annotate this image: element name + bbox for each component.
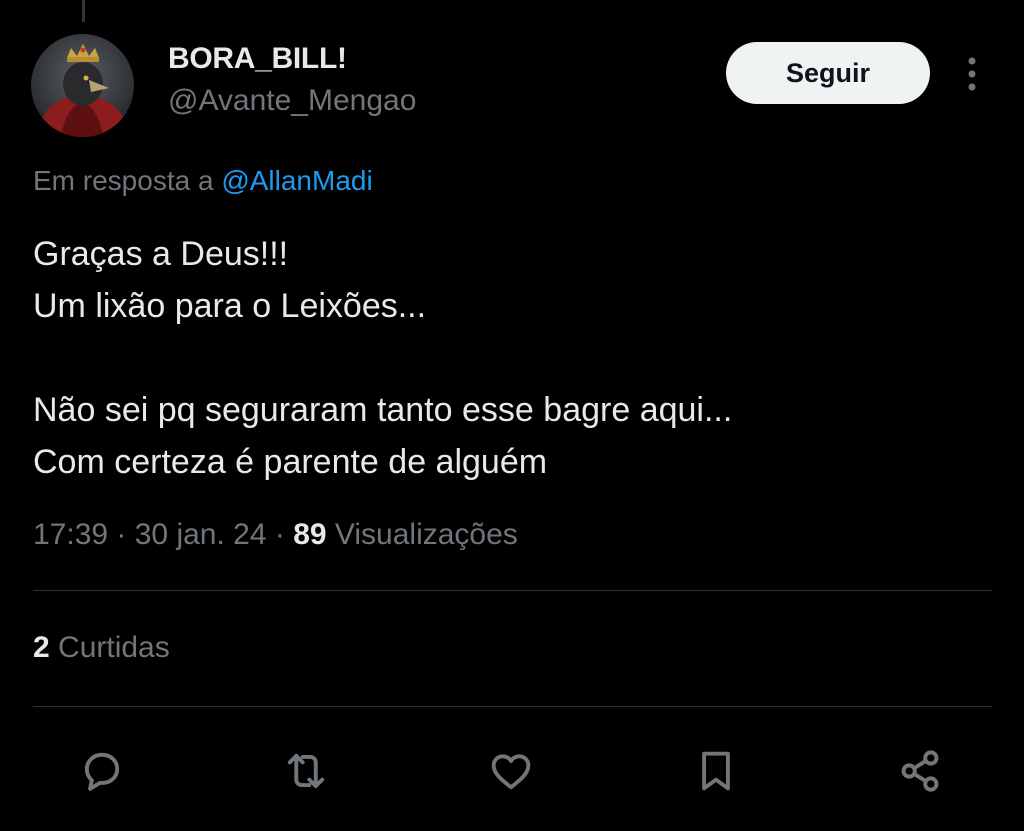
reply-button[interactable] [72,741,132,801]
avatar[interactable] [31,34,134,137]
heart-icon [491,754,531,790]
share-button[interactable] [890,741,950,801]
likes-count[interactable]: 2 [33,631,50,664]
likes-label[interactable]: Curtidas [50,631,170,664]
share-icon [901,750,939,792]
divider [33,706,992,707]
tweet-text-line: Graças a Deus!!! [33,235,289,273]
display-name[interactable]: BORA_BILL! [168,42,347,76]
tweet-text-line: Não sei pq seguraram tanto esse bagre aq… [33,391,733,429]
reply-context: Em resposta a @AllanMadi [33,165,373,197]
tweet-text-line: Com certeza é parente de alguém [33,443,548,481]
reply-mention-link[interactable]: @AllanMadi [221,165,372,196]
thread-connector-line [82,0,85,22]
tweet-date[interactable]: 30 jan. 24 [135,518,267,551]
tweet-text: Graças a Deus!!! Um lixão para o Leixões… [33,228,993,488]
tweet-time[interactable]: 17:39 [33,518,108,551]
retweet-button[interactable] [276,741,336,801]
like-button[interactable] [481,741,541,801]
reply-prefix: Em resposta a [33,165,222,196]
likes-summary[interactable]: 2 Curtidas [33,631,170,665]
comment-icon [84,752,120,791]
user-handle[interactable]: @Avante_Mengao [168,84,416,118]
meta-separator: · [108,518,135,551]
views-label[interactable]: Visualizações [327,518,518,551]
avatar-image [31,34,134,137]
follow-button[interactable]: Seguir [726,42,930,104]
views-count[interactable]: 89 [293,518,326,551]
bookmark-icon [702,751,730,791]
tweet-text-line: Um lixão para o Leixões... [33,287,427,325]
tweet-metadata: 17:39 · 30 jan. 24 · 89 Visualizações [33,518,518,552]
meta-separator: · [266,518,294,551]
bookmark-button[interactable] [686,741,746,801]
retweet-icon [287,753,325,789]
divider [33,590,992,591]
more-options-button[interactable] [954,52,990,96]
more-vertical-icon [968,57,976,91]
